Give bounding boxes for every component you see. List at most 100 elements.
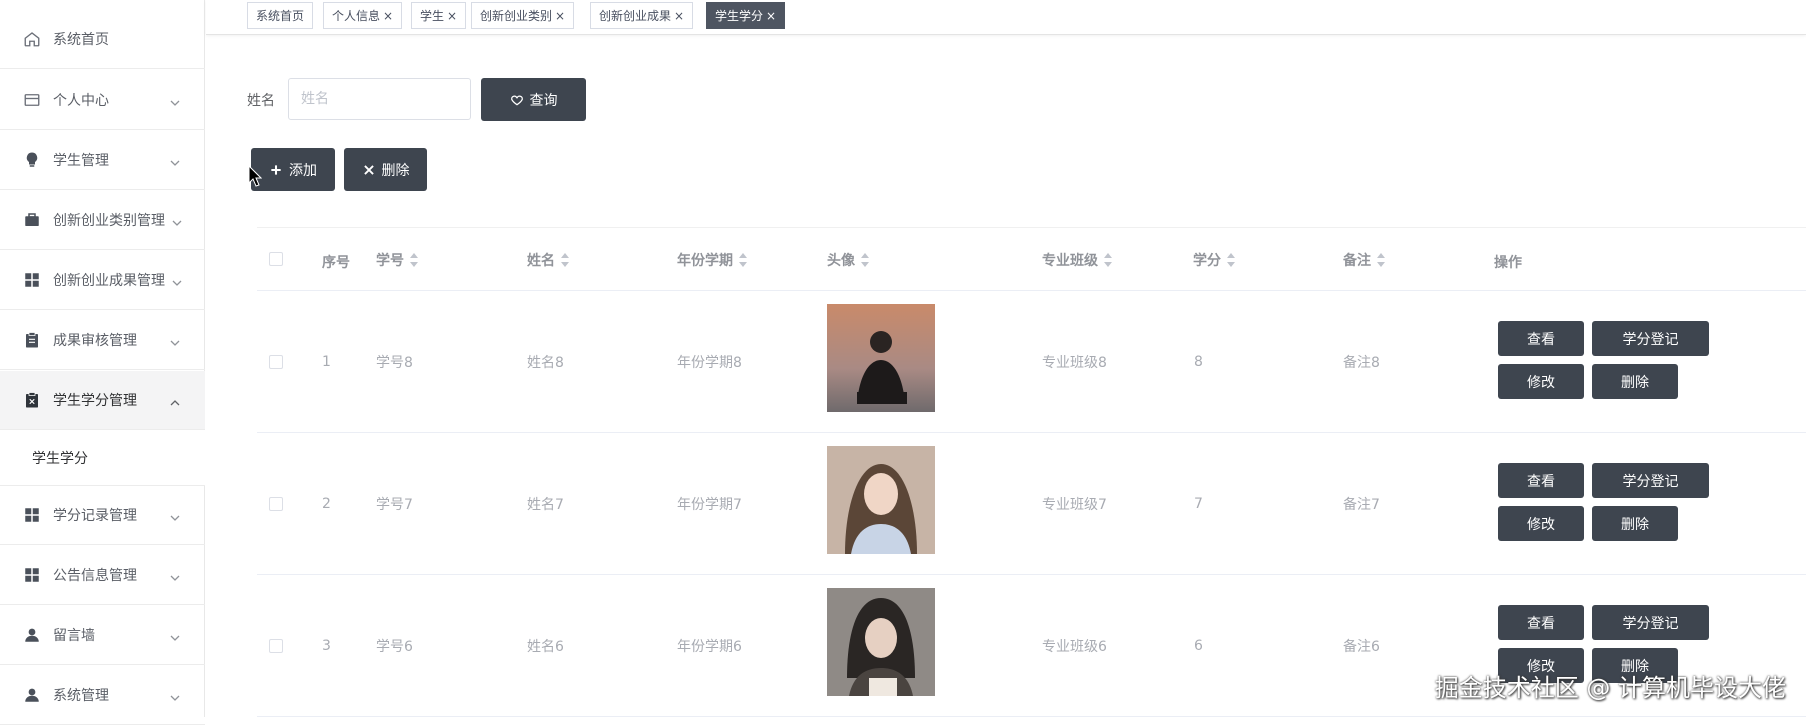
credit-register-button[interactable]: 学分登记 <box>1592 463 1709 498</box>
search-label: 姓名 <box>247 93 275 109</box>
tab-home[interactable]: 系统首页 <box>247 2 314 29</box>
sidebar-item-category-mgmt[interactable]: 创新创业类别管理 <box>0 191 205 250</box>
cell-major-class: 专业班级6 <box>1042 638 1107 655</box>
select-all-checkbox[interactable] <box>269 252 283 266</box>
header-year-term[interactable]: 年份学期 <box>677 250 747 270</box>
sidebar-item-label: 创新创业类别管理 <box>53 213 165 229</box>
cell-credit: 7 <box>1194 495 1203 512</box>
edit-button[interactable]: 修改 <box>1498 506 1584 541</box>
home-icon <box>22 29 42 49</box>
sidebar-subitem-student-credit[interactable]: 学生学分 <box>0 430 205 486</box>
user-icon <box>22 685 42 705</box>
chevron-down-icon <box>171 214 183 226</box>
row-delete-button[interactable]: 删除 <box>1592 506 1678 541</box>
sidebar-item-credit-mgmt[interactable]: 学生学分管理 <box>0 371 205 430</box>
sort-icon[interactable] <box>1377 253 1385 267</box>
cell-student-no: 学号7 <box>376 496 413 513</box>
header-remark[interactable]: 备注 <box>1343 250 1385 270</box>
table-row: 1 学号8 姓名8 年份学期8 专业班级8 8 备注8 查看 学分登记 修改 删… <box>257 291 1806 433</box>
row-checkbox[interactable] <box>269 355 283 369</box>
close-icon[interactable]: × <box>674 9 684 23</box>
header-label: 年份学期 <box>677 253 733 269</box>
tabs-bar: 系统首页 个人信息 × 学生 × 创新创业类别 × 创新创业成果 × 学生学分 … <box>206 0 1806 35</box>
tab-achievement[interactable]: 创新创业成果 × <box>590 2 694 29</box>
edit-button[interactable]: 修改 <box>1498 364 1584 399</box>
cell-remark: 备注7 <box>1343 496 1380 513</box>
add-button-label: 添加 <box>289 162 317 179</box>
tab-personal-info[interactable]: 个人信息 × <box>323 2 403 29</box>
chevron-up-icon <box>169 394 181 406</box>
sidebar-item-student-mgmt[interactable]: 学生管理 <box>0 131 205 190</box>
header-major-class[interactable]: 专业班级 <box>1042 250 1112 270</box>
tab-label: 学生学分 <box>715 9 764 23</box>
sort-icon[interactable] <box>1104 253 1112 267</box>
table-header: 序号 学号 姓名 年份学期 头像 专业班级 学分 备注 操作 <box>257 227 1806 291</box>
cell-year-term: 年份学期7 <box>677 496 742 513</box>
sort-icon[interactable] <box>410 253 418 267</box>
sidebar-item-label: 学生管理 <box>53 153 109 169</box>
credit-register-button[interactable]: 学分登记 <box>1592 605 1709 640</box>
chevron-down-icon <box>169 689 181 701</box>
sidebar-item-message-wall[interactable]: 留言墙 <box>0 606 205 665</box>
header-avatar[interactable]: 头像 <box>827 250 869 270</box>
avatar[interactable] <box>827 446 935 554</box>
header-label: 学号 <box>376 253 404 269</box>
tab-label: 系统首页 <box>256 9 305 23</box>
chevron-down-icon <box>169 334 181 346</box>
search-button[interactable]: 查询 <box>481 78 586 121</box>
header-credit[interactable]: 学分 <box>1193 250 1235 270</box>
avatar[interactable] <box>827 588 935 696</box>
sidebar-item-review-mgmt[interactable]: 成果审核管理 <box>0 311 205 370</box>
sidebar-item-credit-record-mgmt[interactable]: 学分记录管理 <box>0 486 205 545</box>
name-search-input[interactable] <box>288 78 471 120</box>
view-button[interactable]: 查看 <box>1498 605 1584 640</box>
row-checkbox[interactable] <box>269 497 283 511</box>
sidebar-item-notice-mgmt[interactable]: 公告信息管理 <box>0 546 205 605</box>
tab-student[interactable]: 学生 × <box>411 2 467 29</box>
sidebar-item-home[interactable]: 系统首页 <box>0 10 205 69</box>
header-index: 序号 <box>322 255 350 271</box>
sidebar-item-personal-center[interactable]: 个人中心 <box>0 71 205 130</box>
sidebar-item-system-mgmt[interactable]: 系统管理 <box>0 666 205 725</box>
card-icon <box>22 90 42 110</box>
close-icon[interactable]: × <box>766 9 776 23</box>
row-delete-button[interactable]: 删除 <box>1592 364 1678 399</box>
header-student-no[interactable]: 学号 <box>376 250 418 270</box>
chevron-down-icon <box>169 509 181 521</box>
cell-student-no: 学号8 <box>376 354 413 371</box>
header-actions: 操作 <box>1494 255 1522 271</box>
cell-remark: 备注6 <box>1343 638 1380 655</box>
heart-icon <box>510 93 524 107</box>
briefcase-icon <box>22 210 42 230</box>
sidebar-item-label: 系统首页 <box>53 32 109 48</box>
header-label: 头像 <box>827 253 855 269</box>
close-icon[interactable]: × <box>383 9 393 23</box>
credit-register-button[interactable]: 学分登记 <box>1592 321 1709 356</box>
chevron-down-icon <box>169 629 181 641</box>
clipboard-x-icon <box>22 390 42 410</box>
header-label: 姓名 <box>527 253 555 269</box>
sort-icon[interactable] <box>561 253 569 267</box>
sort-icon[interactable] <box>861 253 869 267</box>
row-checkbox[interactable] <box>269 639 283 653</box>
avatar[interactable] <box>827 304 935 412</box>
view-button[interactable]: 查看 <box>1498 321 1584 356</box>
sort-icon[interactable] <box>1227 253 1235 267</box>
sidebar-item-achievement-mgmt[interactable]: 创新创业成果管理 <box>0 251 205 310</box>
view-button[interactable]: 查看 <box>1498 463 1584 498</box>
cell-index: 3 <box>322 637 331 654</box>
close-icon[interactable]: × <box>555 9 565 23</box>
cell-name: 姓名7 <box>527 496 564 513</box>
sidebar-item-label: 创新创业成果管理 <box>53 273 165 289</box>
tab-category[interactable]: 创新创业类别 × <box>471 2 575 29</box>
header-label: 专业班级 <box>1042 253 1098 269</box>
watermark: 掘金技术社区 @ 计算机毕设大佬 <box>1434 674 1786 702</box>
add-button[interactable]: 添加 <box>251 148 335 191</box>
header-label: 备注 <box>1343 253 1371 269</box>
search-button-label: 查询 <box>529 92 558 109</box>
delete-button[interactable]: 删除 <box>344 148 427 191</box>
header-name[interactable]: 姓名 <box>527 250 569 270</box>
tab-student-credit[interactable]: 学生学分 × <box>706 2 786 29</box>
close-icon[interactable]: × <box>447 9 457 23</box>
sort-icon[interactable] <box>739 253 747 267</box>
